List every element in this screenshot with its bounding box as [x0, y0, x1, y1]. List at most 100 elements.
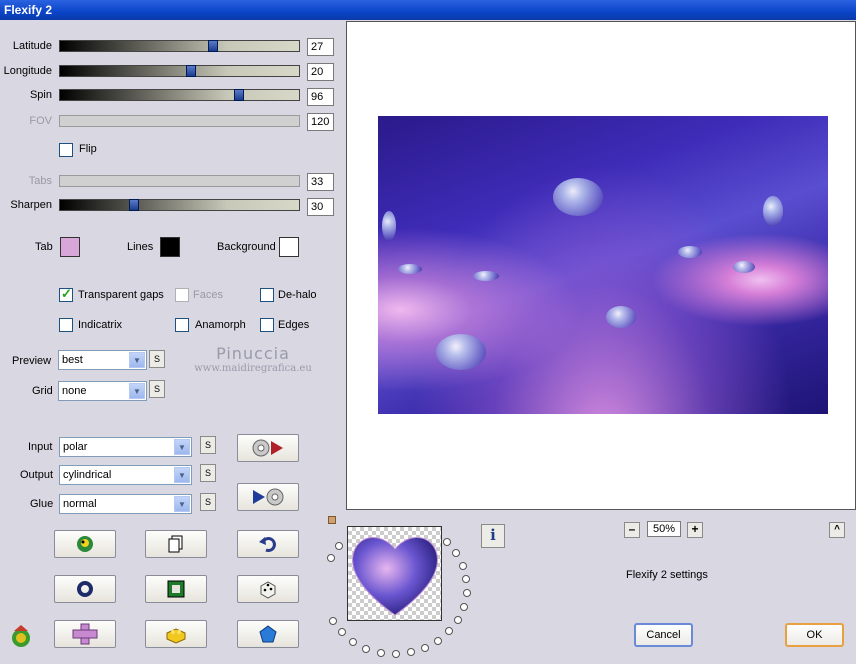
glue-s-button[interactable]: S: [200, 493, 216, 511]
latitude-input[interactable]: 27: [307, 38, 334, 56]
chevron-down-icon[interactable]: ▼: [129, 383, 145, 399]
grid-s-button[interactable]: S: [149, 380, 165, 398]
random-button[interactable]: [237, 575, 299, 603]
chevron-down-icon[interactable]: ▼: [129, 352, 145, 368]
watermark-name: Pinuccia: [216, 344, 290, 363]
faces-checkbox: [175, 288, 189, 302]
rotation-dot[interactable]: [337, 628, 346, 637]
sharpen-input[interactable]: 30: [307, 198, 334, 216]
chevron-down-icon[interactable]: ▼: [174, 439, 190, 455]
watermark-url: www.maidiregrafica.eu: [194, 363, 312, 374]
window-title: Flexify 2: [0, 0, 856, 20]
brick-button[interactable]: [145, 620, 207, 648]
grid-select-label: Grid: [32, 385, 53, 397]
rotation-dot[interactable]: [445, 627, 454, 636]
transparent-gaps-checkbox[interactable]: [59, 286, 73, 302]
spin-slider-thumb[interactable]: [234, 89, 245, 101]
transparent-gaps-label: Transparent gaps: [78, 289, 164, 301]
spin-slider[interactable]: [59, 89, 300, 101]
spin-input[interactable]: 96: [307, 88, 334, 106]
grid-select-value: none: [62, 385, 87, 397]
background-color-swatch[interactable]: [279, 237, 299, 257]
copy-button[interactable]: [145, 530, 207, 558]
preview-s-button[interactable]: S: [149, 350, 165, 368]
rotation-dot[interactable]: [462, 589, 471, 598]
tabs-input: 33: [307, 173, 334, 191]
load-preset-button[interactable]: [237, 434, 299, 462]
dice-icon: [260, 581, 276, 599]
rotation-dot[interactable]: [458, 561, 467, 570]
preview-select[interactable]: best ▼: [58, 350, 147, 370]
zoom-out-button[interactable]: –: [624, 522, 640, 538]
rotation-dot[interactable]: [376, 648, 385, 657]
latitude-slider[interactable]: [59, 40, 300, 52]
rotation-dot[interactable]: [434, 636, 443, 645]
rotation-dot[interactable]: [335, 542, 344, 551]
longitude-label: Longitude: [3, 65, 52, 77]
de-halo-checkbox[interactable]: [260, 288, 274, 302]
sharpen-slider-thumb[interactable]: [129, 199, 140, 211]
pentagon-icon: [259, 625, 277, 643]
zoom-value: 50%: [647, 521, 681, 537]
ring-button[interactable]: [54, 575, 116, 603]
save-preset-button[interactable]: [237, 483, 299, 511]
indicatrix-checkbox[interactable]: [59, 318, 73, 332]
pentagon-button[interactable]: [237, 620, 299, 648]
frame-button[interactable]: [145, 575, 207, 603]
chevron-down-icon[interactable]: ▼: [174, 496, 190, 512]
rotation-dot[interactable]: [452, 549, 461, 558]
edges-checkbox[interactable]: [260, 318, 274, 332]
rotation-dot[interactable]: [462, 575, 471, 584]
cross-shape-icon: [72, 623, 98, 645]
chevron-down-icon[interactable]: ▼: [174, 467, 190, 483]
anamorph-label: Anamorph: [195, 319, 246, 331]
thumbnail-preview[interactable]: [347, 526, 442, 621]
longitude-slider-thumb[interactable]: [186, 65, 197, 77]
sharpen-slider[interactable]: [59, 199, 300, 211]
rotation-dot[interactable]: [459, 602, 468, 611]
rotation-dot[interactable]: [406, 648, 415, 657]
fov-label: FOV: [29, 115, 52, 127]
longitude-slider[interactable]: [59, 65, 300, 77]
rotation-dot[interactable]: [421, 643, 430, 652]
cancel-button[interactable]: Cancel: [634, 623, 693, 647]
rotation-dot[interactable]: [362, 644, 371, 653]
plus-shape-button[interactable]: [54, 620, 116, 648]
dot-handle-icon[interactable]: [328, 516, 336, 524]
flip-checkbox[interactable]: [59, 143, 73, 157]
undo-button[interactable]: [237, 530, 299, 558]
frame-icon: [167, 580, 185, 598]
rotation-dot[interactable]: [442, 538, 451, 547]
sharpen-label: Sharpen: [10, 199, 52, 211]
rotation-dot[interactable]: [454, 615, 463, 624]
output-select-label: Output: [20, 469, 54, 481]
plugin-logo-icon: [12, 625, 30, 647]
faces-label: Faces: [193, 289, 223, 301]
randomize-colors-button[interactable]: [54, 530, 116, 558]
output-s-button[interactable]: S: [200, 464, 216, 482]
latitude-slider-thumb[interactable]: [207, 40, 218, 52]
tabs-label: Tabs: [28, 175, 52, 187]
undo-icon: [259, 537, 276, 552]
tab-color-swatch[interactable]: [60, 237, 80, 257]
grid-select[interactable]: none ▼: [58, 381, 147, 401]
longitude-input[interactable]: 20: [307, 63, 334, 81]
edges-label: Edges: [278, 319, 310, 331]
zoom-in-button[interactable]: +: [687, 522, 703, 538]
lines-color-swatch[interactable]: [160, 237, 180, 257]
settings-text: Flexify 2 settings: [626, 569, 708, 581]
rotation-dot[interactable]: [328, 617, 337, 626]
ok-button[interactable]: OK: [785, 623, 844, 647]
input-select[interactable]: polar ▼: [59, 437, 192, 457]
parrot-icon: [77, 536, 93, 552]
anamorph-checkbox[interactable]: [175, 318, 189, 332]
input-s-button[interactable]: S: [200, 436, 216, 454]
glue-select[interactable]: normal ▼: [59, 494, 192, 514]
collapse-button[interactable]: ^: [829, 522, 845, 538]
rotation-dot[interactable]: [391, 649, 400, 658]
info-button[interactable]: i: [481, 524, 505, 548]
output-select[interactable]: cylindrical ▼: [59, 465, 192, 485]
info-icon: i: [490, 526, 496, 544]
rotation-dot[interactable]: [326, 554, 335, 563]
rotation-dot[interactable]: [349, 637, 358, 646]
